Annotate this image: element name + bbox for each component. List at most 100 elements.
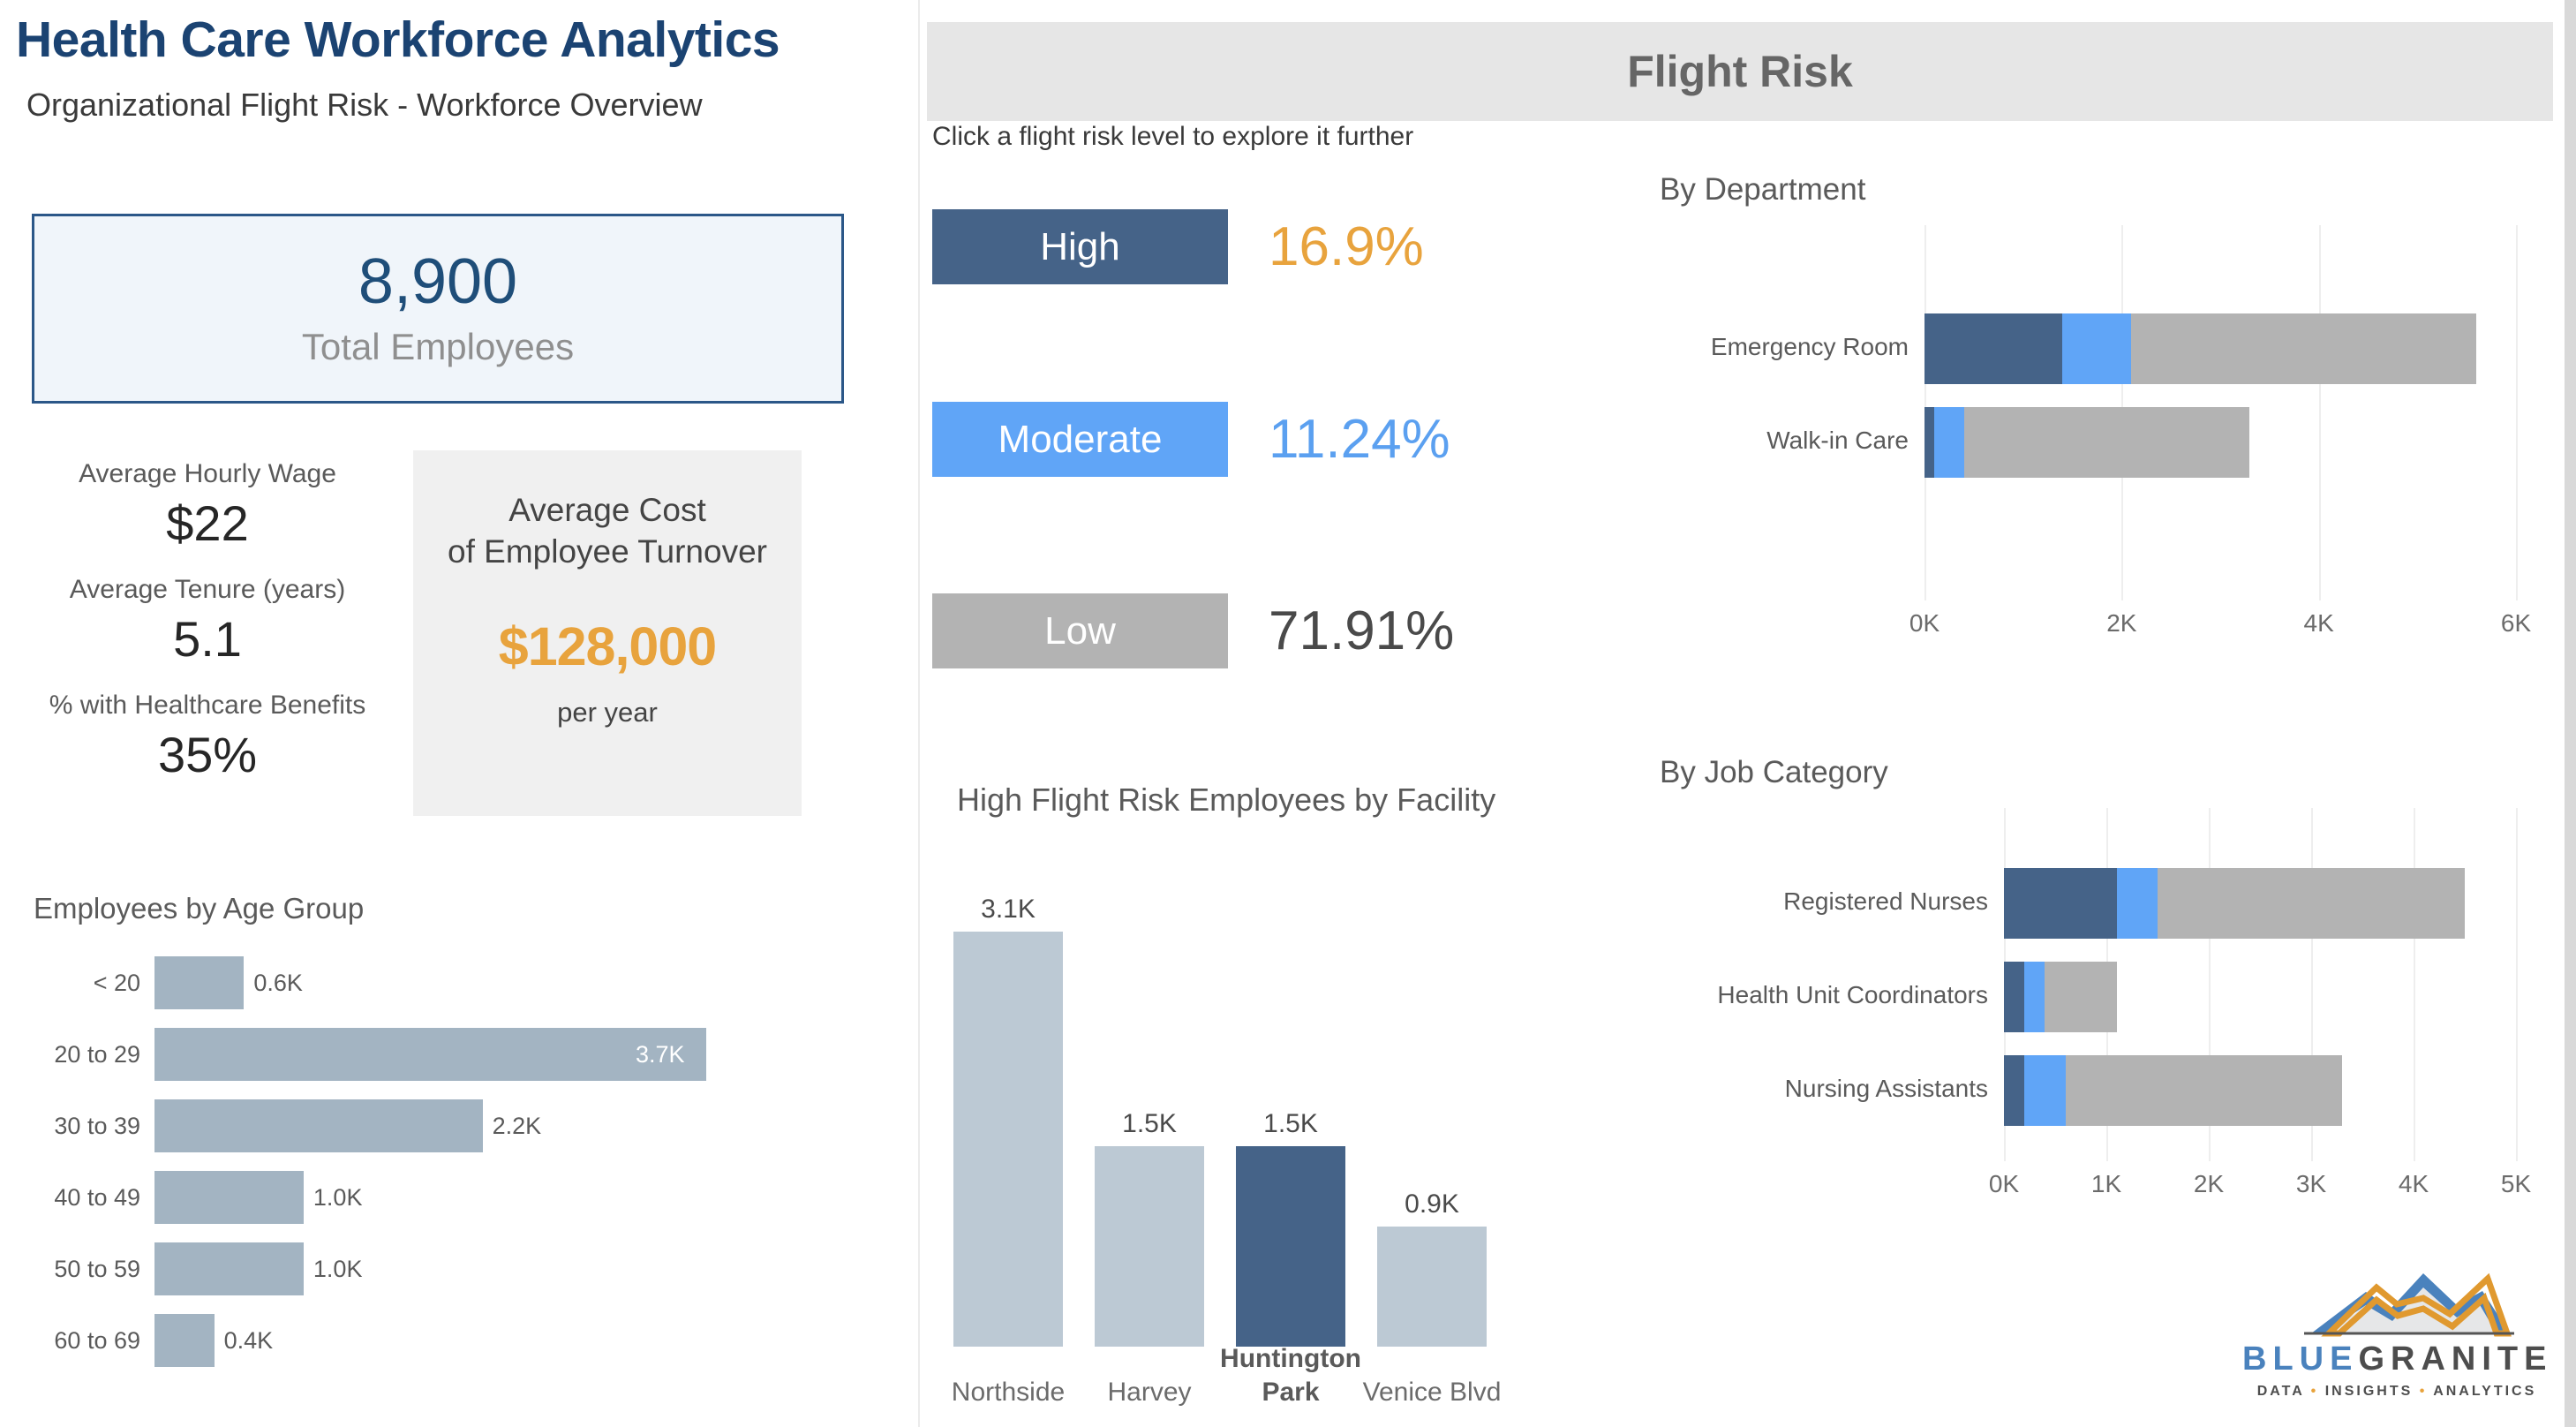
risk-chip-high[interactable]: High xyxy=(932,209,1228,284)
age-group-bar-wrap: 1.0K xyxy=(154,1164,883,1231)
age-group-value: 2.2K xyxy=(492,1112,542,1139)
age-group-row[interactable]: < 20 0.6K xyxy=(0,949,883,1016)
age-group-label: 50 to 59 xyxy=(54,1255,140,1282)
facility-data-label: 1.5K xyxy=(1122,1108,1177,1138)
total-employees-label: Total Employees xyxy=(301,325,575,367)
facility-bar[interactable] xyxy=(953,932,1063,1347)
age-group-bar[interactable] xyxy=(154,1099,483,1152)
stacked-bar[interactable] xyxy=(2004,868,2465,939)
bar-segment-moderate[interactable] xyxy=(2024,1055,2066,1126)
bar-segment-high[interactable] xyxy=(2004,868,2117,939)
metric-value-wage: $22 xyxy=(166,495,249,551)
facility-column[interactable]: 1.5K xyxy=(1236,932,1345,1347)
bar-segment-low[interactable] xyxy=(2131,313,2477,384)
risk-row-low[interactable]: Low 71.91% xyxy=(932,593,1454,668)
facility-axis-label[interactable]: Venice Blvd xyxy=(1361,1376,1503,1409)
facility-column[interactable]: 0.9K xyxy=(1377,932,1487,1347)
age-group-bar-wrap: 2.2K xyxy=(154,1092,883,1159)
risk-row-moderate[interactable]: Moderate 11.24% xyxy=(932,402,1450,477)
facility-bar[interactable] xyxy=(1377,1226,1487,1347)
age-group-bar-wrap: 0.6K xyxy=(154,949,883,1016)
by-department-chart[interactable]: Emergency Room Walk-in Care 0K 2K 4K 6K xyxy=(1660,216,2551,711)
employees-by-age-chart[interactable]: < 20 0.6K 20 to 29 3.7K 30 to 39 2.2K 40 to 49… xyxy=(0,949,883,1408)
category-label[interactable]: Nursing Assistants xyxy=(1660,1075,1988,1103)
stacked-bar[interactable] xyxy=(1924,407,2250,478)
age-group-value: 0.6K xyxy=(253,969,303,996)
age-group-label: < 20 xyxy=(93,969,140,996)
metric-value-benefits: 35% xyxy=(157,727,258,782)
age-group-row[interactable]: 50 to 59 1.0K xyxy=(0,1235,883,1302)
x-axis-tick: 2K xyxy=(2106,609,2137,637)
facility-bar[interactable] xyxy=(1095,1145,1204,1347)
stacked-bar[interactable] xyxy=(1924,313,2477,384)
bar-segment-low[interactable] xyxy=(2045,962,2117,1032)
blue-granite-logo: BLUEGRANITE DATA • INSIGHTS • ANALYTICS xyxy=(2242,1263,2551,1413)
bar-segment-low[interactable] xyxy=(2157,868,2465,939)
age-group-label: 30 to 39 xyxy=(54,1112,140,1139)
age-group-bar-wrap: 1.0K xyxy=(154,1235,883,1302)
turnover-cost-title-line1: Average Cost xyxy=(508,492,706,528)
stacked-bar[interactable] xyxy=(2004,1055,2342,1126)
facility-axis-label[interactable]: Northside xyxy=(938,1376,1079,1409)
turnover-cost-title: Average Cost of Employee Turnover xyxy=(448,489,767,573)
total-employees-value: 8,900 xyxy=(358,245,518,317)
facility-axis-label[interactable]: Huntington Park xyxy=(1220,1342,1361,1408)
facility-chart[interactable]: 3.1K Northside 1.5K Harvey 1.5K Huntington Pa… xyxy=(945,843,1527,1426)
turnover-cost-title-line2: of Employee Turnover xyxy=(448,533,767,570)
bar-segment-moderate[interactable] xyxy=(2116,868,2158,939)
age-group-row[interactable]: 40 to 49 1.0K xyxy=(0,1164,883,1231)
age-group-bar[interactable] xyxy=(154,1242,304,1295)
age-group-bar[interactable] xyxy=(154,1028,706,1081)
category-label[interactable]: Emergency Room xyxy=(1660,333,1909,361)
bar-segment-moderate[interactable] xyxy=(2024,962,2045,1032)
category-label[interactable]: Health Unit Coordinators xyxy=(1660,981,1988,1009)
bar-segment-low[interactable] xyxy=(2065,1055,2342,1126)
facility-chart-title: High Flight Risk Employees by Facility xyxy=(957,781,1496,818)
bar-segment-high[interactable] xyxy=(2004,962,2025,1032)
bar-segment-moderate[interactable] xyxy=(2062,313,2132,384)
risk-row-high[interactable]: High 16.9% xyxy=(932,209,1424,284)
metric-value-tenure: 5.1 xyxy=(173,611,242,667)
page-subtitle: Organizational Flight Risk - Workforce O… xyxy=(26,87,703,123)
turnover-cost-card: Average Cost of Employee Turnover $128,0… xyxy=(413,450,802,816)
by-job-category-chart[interactable]: Registered Nurses Health Unit Coordinator… xyxy=(1660,799,2551,1241)
x-axis-tick: 0K xyxy=(1988,1170,2020,1197)
bar-segment-high[interactable] xyxy=(1924,407,1935,478)
risk-chip-moderate[interactable]: Moderate xyxy=(932,402,1228,477)
age-group-row[interactable]: 20 to 29 3.7K xyxy=(0,1021,883,1088)
bar-segment-high[interactable] xyxy=(2004,1055,2025,1126)
age-group-row[interactable]: 30 to 39 2.2K xyxy=(0,1092,883,1159)
bar-segment-moderate[interactable] xyxy=(1934,407,1964,478)
flight-risk-header-text: Flight Risk xyxy=(1627,47,1853,96)
category-label[interactable]: Registered Nurses xyxy=(1660,887,1988,916)
risk-percent-moderate: 11.24% xyxy=(1269,409,1450,470)
age-group-label: 40 to 49 xyxy=(54,1183,140,1211)
turnover-cost-value: $128,000 xyxy=(498,615,717,676)
dashboard-page: Health Care Workforce Analytics Organiza… xyxy=(0,0,2576,1427)
logo-tag-analytics: ANALYTICS xyxy=(2433,1384,2537,1399)
bar-segment-low[interactable] xyxy=(1963,407,2250,478)
age-group-bar[interactable] xyxy=(154,1171,304,1224)
logo-tagline: DATA • INSIGHTS • ANALYTICS xyxy=(2242,1384,2551,1400)
metric-label-wage: Average Hourly Wage xyxy=(79,459,336,488)
facility-axis-label[interactable]: Harvey xyxy=(1079,1376,1220,1409)
total-employees-card[interactable]: 8,900 Total Employees xyxy=(32,214,844,404)
facility-data-label: 0.9K xyxy=(1405,1189,1459,1219)
page-title: Health Care Workforce Analytics xyxy=(16,11,780,68)
middle-column: Click a flight risk level to explore it … xyxy=(927,0,1527,1427)
age-group-bar[interactable] xyxy=(154,956,245,1009)
stacked-bar[interactable] xyxy=(2004,962,2117,1032)
bar-segment-high[interactable] xyxy=(1924,313,2063,384)
age-group-bar-wrap: 3.7K xyxy=(154,1021,883,1088)
age-group-bar[interactable] xyxy=(154,1314,215,1367)
logo-tag-dot-2: • xyxy=(2419,1384,2428,1399)
facility-bar[interactable] xyxy=(1236,1145,1345,1347)
by-job-category-title: By Job Category xyxy=(1660,755,1888,789)
facility-column[interactable]: 1.5K xyxy=(1095,932,1204,1347)
x-axis-tick: 1K xyxy=(2090,1170,2122,1197)
facility-column[interactable]: 3.1K xyxy=(953,895,1063,1347)
column-divider xyxy=(918,0,920,1427)
category-label[interactable]: Walk-in Care xyxy=(1660,427,1909,455)
risk-chip-low[interactable]: Low xyxy=(932,593,1228,668)
age-group-row[interactable]: 60 to 69 0.4K xyxy=(0,1307,883,1374)
